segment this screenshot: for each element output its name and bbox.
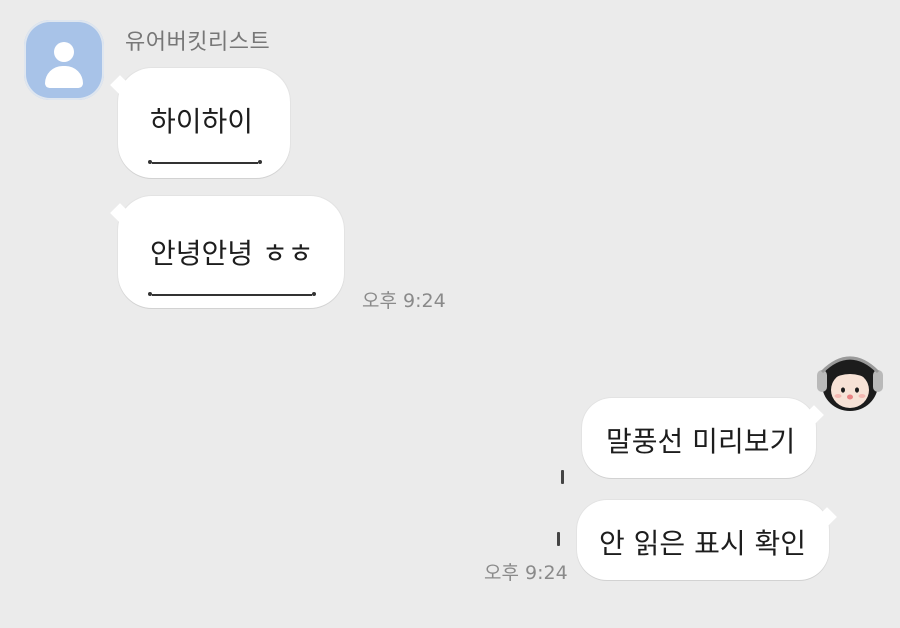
- profile-head-icon: [54, 42, 74, 62]
- sent-message-bubble[interactable]: 말풍선 미리보기: [582, 398, 824, 478]
- my-avatar-girl-icon[interactable]: [812, 350, 888, 414]
- sent-message-bubble[interactable]: 안 읽은 표시 확인: [577, 500, 837, 580]
- bubble-tail: [110, 203, 130, 223]
- profile-body-icon: [45, 66, 83, 88]
- message-time: 오후 9:24: [484, 562, 568, 584]
- bubble-tail: [817, 507, 837, 527]
- message-text: 안 읽은 표시 확인: [599, 527, 807, 560]
- message-time: 오후 9:24: [362, 290, 446, 312]
- underline-dot: [312, 292, 316, 296]
- text-underline: [152, 294, 312, 296]
- friend-avatar[interactable]: [24, 20, 104, 100]
- sender-name: 유어버킷리스트: [125, 30, 271, 55]
- received-message-bubble[interactable]: 안녕안녕 ㅎㅎ: [110, 196, 344, 308]
- message-text: 말풍선 미리보기: [606, 425, 796, 458]
- message-text: 하이하이: [150, 105, 254, 138]
- unread-indicator: [557, 532, 560, 546]
- underline-dot: [258, 160, 262, 164]
- unread-indicator: [561, 470, 564, 484]
- text-underline: [152, 162, 258, 164]
- received-message-bubble[interactable]: 하이하이: [110, 68, 290, 178]
- bubble-tail: [110, 75, 130, 95]
- message-text: 안녕안녕 ㅎㅎ: [150, 237, 314, 270]
